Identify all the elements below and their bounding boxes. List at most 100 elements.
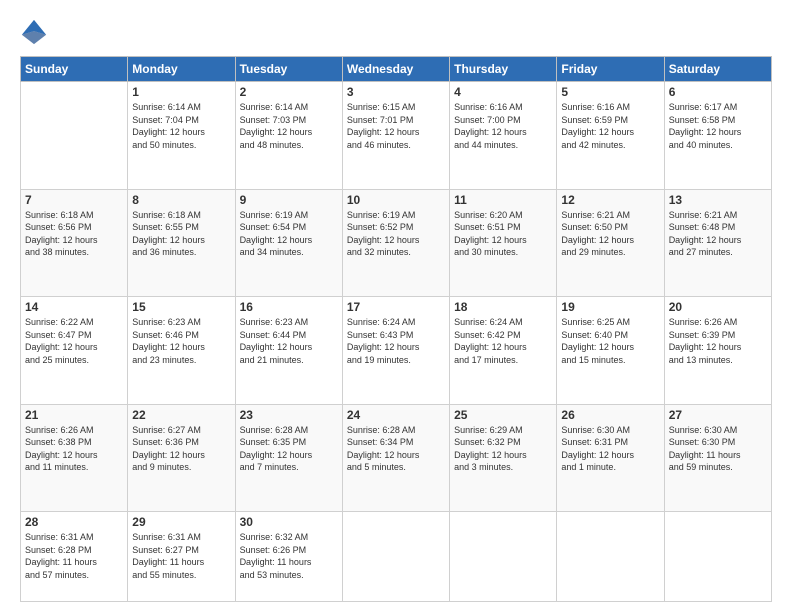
- day-info: Sunrise: 6:27 AM Sunset: 6:36 PM Dayligh…: [132, 424, 230, 474]
- calendar-week-3: 14Sunrise: 6:22 AM Sunset: 6:47 PM Dayli…: [21, 297, 772, 405]
- day-info: Sunrise: 6:20 AM Sunset: 6:51 PM Dayligh…: [454, 209, 552, 259]
- calendar-cell: 28 Sunrise: 6:31 AM Sunset: 6:28 PM Dayli…: [21, 512, 128, 602]
- day-info: Sunrise: 6:14 AM Sunset: 7:04 PM Dayligh…: [132, 101, 230, 151]
- calendar-cell: 8 Sunrise: 6:18 AM Sunset: 6:55 PM Daylig…: [128, 189, 235, 297]
- calendar-cell: [664, 512, 771, 602]
- day-number: 27: [669, 408, 767, 422]
- calendar-cell: 30 Sunrise: 6:32 AM Sunset: 6:26 PM Dayli…: [235, 512, 342, 602]
- day-info: Sunrise: 6:30 AM Sunset: 6:31 PM Dayligh…: [561, 424, 659, 474]
- day-number: 28: [25, 515, 123, 529]
- calendar-cell: [21, 82, 128, 190]
- day-number: 29: [132, 515, 230, 529]
- day-info: Sunrise: 6:23 AM Sunset: 6:46 PM Dayligh…: [132, 316, 230, 366]
- day-info: Sunrise: 6:21 AM Sunset: 6:50 PM Dayligh…: [561, 209, 659, 259]
- day-info: Sunrise: 6:23 AM Sunset: 6:44 PM Dayligh…: [240, 316, 338, 366]
- weekday-header-saturday: Saturday: [664, 57, 771, 82]
- day-info: Sunrise: 6:24 AM Sunset: 6:42 PM Dayligh…: [454, 316, 552, 366]
- day-info: Sunrise: 6:18 AM Sunset: 6:55 PM Dayligh…: [132, 209, 230, 259]
- calendar-week-5: 28 Sunrise: 6:31 AM Sunset: 6:28 PM Dayli…: [21, 512, 772, 602]
- day-number: 5: [561, 85, 659, 99]
- header: [20, 18, 772, 46]
- weekday-header-sunday: Sunday: [21, 57, 128, 82]
- day-info: Sunrise: 6:31 AM Sunset: 6:27 PM Dayligh…: [132, 531, 230, 581]
- day-info: Sunrise: 6:26 AM Sunset: 6:39 PM Dayligh…: [669, 316, 767, 366]
- day-number: 15: [132, 300, 230, 314]
- calendar-cell: 19 Sunrise: 6:25 AM Sunset: 6:40 PM Dayli…: [557, 297, 664, 405]
- calendar-cell: 14Sunrise: 6:22 AM Sunset: 6:47 PM Dayli…: [21, 297, 128, 405]
- calendar-cell: 12 Sunrise: 6:21 AM Sunset: 6:50 PM Dayli…: [557, 189, 664, 297]
- day-number: 23: [240, 408, 338, 422]
- day-info: Sunrise: 6:19 AM Sunset: 6:54 PM Dayligh…: [240, 209, 338, 259]
- weekday-header-tuesday: Tuesday: [235, 57, 342, 82]
- calendar-cell: 1 Sunrise: 6:14 AM Sunset: 7:04 PM Daylig…: [128, 82, 235, 190]
- calendar-cell: 2Sunrise: 6:14 AM Sunset: 7:03 PM Daylig…: [235, 82, 342, 190]
- day-number: 26: [561, 408, 659, 422]
- calendar-week-4: 21 Sunrise: 6:26 AM Sunset: 6:38 PM Dayli…: [21, 404, 772, 512]
- calendar-cell: 11Sunrise: 6:20 AM Sunset: 6:51 PM Dayli…: [450, 189, 557, 297]
- calendar-cell: 21 Sunrise: 6:26 AM Sunset: 6:38 PM Dayli…: [21, 404, 128, 512]
- day-number: 20: [669, 300, 767, 314]
- day-number: 7: [25, 193, 123, 207]
- logo-icon: [20, 18, 48, 46]
- weekday-header-thursday: Thursday: [450, 57, 557, 82]
- logo: [20, 18, 52, 46]
- day-number: 9: [240, 193, 338, 207]
- day-number: 24: [347, 408, 445, 422]
- calendar-cell: 13Sunrise: 6:21 AM Sunset: 6:48 PM Dayli…: [664, 189, 771, 297]
- calendar-cell: 7 Sunrise: 6:18 AM Sunset: 6:56 PM Daylig…: [21, 189, 128, 297]
- day-info: Sunrise: 6:14 AM Sunset: 7:03 PM Dayligh…: [240, 101, 338, 151]
- day-number: 16: [240, 300, 338, 314]
- calendar-body: 1 Sunrise: 6:14 AM Sunset: 7:04 PM Daylig…: [21, 82, 772, 602]
- calendar-cell: 5 Sunrise: 6:16 AM Sunset: 6:59 PM Daylig…: [557, 82, 664, 190]
- calendar-cell: 29 Sunrise: 6:31 AM Sunset: 6:27 PM Dayli…: [128, 512, 235, 602]
- calendar-cell: 17Sunrise: 6:24 AM Sunset: 6:43 PM Dayli…: [342, 297, 449, 405]
- calendar-cell: 23 Sunrise: 6:28 AM Sunset: 6:35 PM Dayli…: [235, 404, 342, 512]
- calendar-cell: [342, 512, 449, 602]
- calendar-cell: 18 Sunrise: 6:24 AM Sunset: 6:42 PM Dayli…: [450, 297, 557, 405]
- day-number: 6: [669, 85, 767, 99]
- day-number: 21: [25, 408, 123, 422]
- day-info: Sunrise: 6:15 AM Sunset: 7:01 PM Dayligh…: [347, 101, 445, 151]
- weekday-header-wednesday: Wednesday: [342, 57, 449, 82]
- day-number: 1: [132, 85, 230, 99]
- day-info: Sunrise: 6:32 AM Sunset: 6:26 PM Dayligh…: [240, 531, 338, 581]
- day-info: Sunrise: 6:26 AM Sunset: 6:38 PM Dayligh…: [25, 424, 123, 474]
- weekday-row: SundayMondayTuesdayWednesdayThursdayFrid…: [21, 57, 772, 82]
- day-number: 12: [561, 193, 659, 207]
- day-number: 3: [347, 85, 445, 99]
- calendar-cell: 3 Sunrise: 6:15 AM Sunset: 7:01 PM Daylig…: [342, 82, 449, 190]
- day-number: 25: [454, 408, 552, 422]
- day-number: 14: [25, 300, 123, 314]
- calendar-cell: 4 Sunrise: 6:16 AM Sunset: 7:00 PM Daylig…: [450, 82, 557, 190]
- day-info: Sunrise: 6:28 AM Sunset: 6:34 PM Dayligh…: [347, 424, 445, 474]
- day-info: Sunrise: 6:16 AM Sunset: 7:00 PM Dayligh…: [454, 101, 552, 151]
- calendar-cell: 25 Sunrise: 6:29 AM Sunset: 6:32 PM Dayli…: [450, 404, 557, 512]
- day-number: 8: [132, 193, 230, 207]
- day-info: Sunrise: 6:29 AM Sunset: 6:32 PM Dayligh…: [454, 424, 552, 474]
- weekday-header-friday: Friday: [557, 57, 664, 82]
- calendar: SundayMondayTuesdayWednesdayThursdayFrid…: [20, 56, 772, 602]
- day-info: Sunrise: 6:28 AM Sunset: 6:35 PM Dayligh…: [240, 424, 338, 474]
- day-info: Sunrise: 6:25 AM Sunset: 6:40 PM Dayligh…: [561, 316, 659, 366]
- calendar-cell: 16 Sunrise: 6:23 AM Sunset: 6:44 PM Dayli…: [235, 297, 342, 405]
- day-info: Sunrise: 6:30 AM Sunset: 6:30 PM Dayligh…: [669, 424, 767, 474]
- calendar-cell: 22 Sunrise: 6:27 AM Sunset: 6:36 PM Dayli…: [128, 404, 235, 512]
- calendar-cell: 27 Sunrise: 6:30 AM Sunset: 6:30 PM Dayli…: [664, 404, 771, 512]
- day-number: 19: [561, 300, 659, 314]
- day-number: 13: [669, 193, 767, 207]
- day-number: 4: [454, 85, 552, 99]
- day-number: 30: [240, 515, 338, 529]
- day-number: 22: [132, 408, 230, 422]
- calendar-table: SundayMondayTuesdayWednesdayThursdayFrid…: [20, 56, 772, 602]
- day-info: Sunrise: 6:31 AM Sunset: 6:28 PM Dayligh…: [25, 531, 123, 581]
- calendar-week-2: 7 Sunrise: 6:18 AM Sunset: 6:56 PM Daylig…: [21, 189, 772, 297]
- calendar-cell: [557, 512, 664, 602]
- calendar-cell: 20 Sunrise: 6:26 AM Sunset: 6:39 PM Dayli…: [664, 297, 771, 405]
- page: SundayMondayTuesdayWednesdayThursdayFrid…: [0, 0, 792, 612]
- day-number: 17: [347, 300, 445, 314]
- day-number: 18: [454, 300, 552, 314]
- calendar-cell: 26 Sunrise: 6:30 AM Sunset: 6:31 PM Dayli…: [557, 404, 664, 512]
- calendar-cell: 9 Sunrise: 6:19 AM Sunset: 6:54 PM Daylig…: [235, 189, 342, 297]
- day-info: Sunrise: 6:16 AM Sunset: 6:59 PM Dayligh…: [561, 101, 659, 151]
- day-info: Sunrise: 6:18 AM Sunset: 6:56 PM Dayligh…: [25, 209, 123, 259]
